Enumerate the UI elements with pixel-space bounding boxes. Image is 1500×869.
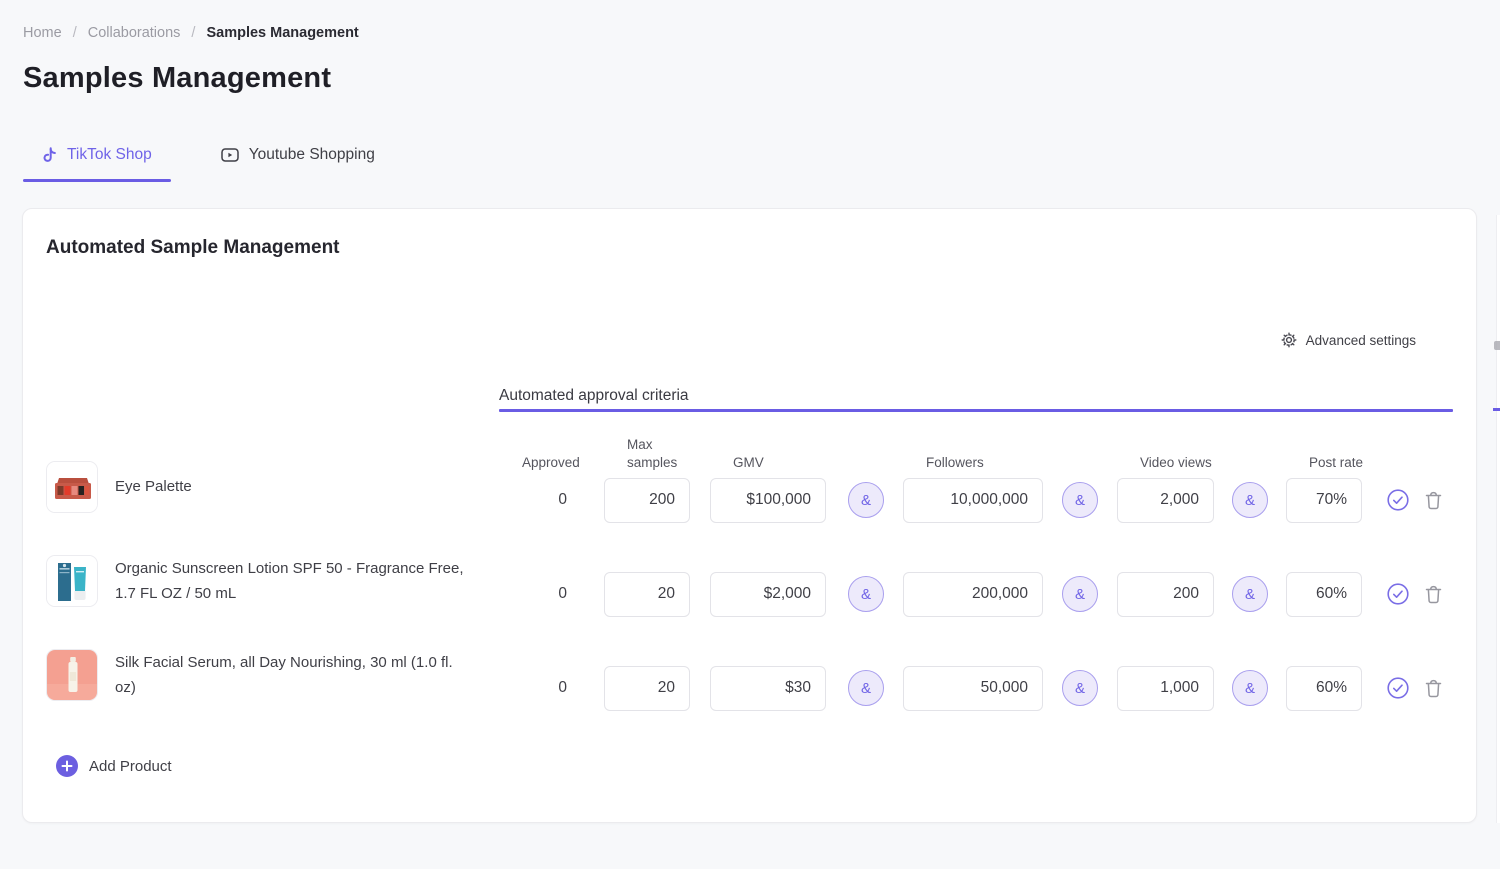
post-rate-input[interactable] (1286, 666, 1362, 711)
video-views-input[interactable] (1117, 572, 1214, 617)
and-operator-badge: & (1232, 576, 1268, 612)
criteria-section-title: Automated approval criteria (499, 387, 689, 405)
post-rate-input[interactable] (1286, 478, 1362, 523)
confirm-check-icon[interactable] (1387, 583, 1409, 605)
breadcrumb: Home / Collaborations / Samples Manageme… (23, 25, 359, 41)
plus-icon (56, 755, 78, 777)
tab-youtube-label: Youtube Shopping (249, 146, 375, 164)
delete-trash-icon[interactable] (1425, 679, 1442, 698)
automated-sample-management-panel: Automated Sample Management Advanced set… (22, 208, 1477, 823)
approved-count: 0 (499, 491, 569, 509)
criteria-underline (499, 409, 1453, 412)
adjacent-panel-gear-fragment (1494, 341, 1500, 350)
breadcrumb-separator: / (191, 25, 195, 41)
active-tab-underline (23, 179, 171, 182)
tab-youtube-shopping[interactable]: Youtube Shopping (211, 140, 385, 182)
delete-trash-icon[interactable] (1425, 585, 1442, 604)
youtube-icon (221, 148, 239, 162)
gear-icon (1281, 332, 1297, 348)
product-rows: Eye Palette 0 & & & (46, 453, 1442, 735)
and-operator-badge: & (848, 670, 884, 706)
followers-input[interactable] (903, 572, 1043, 617)
approved-count: 0 (499, 585, 569, 603)
advanced-settings-button[interactable]: Advanced settings (1281, 332, 1416, 348)
and-operator-badge: & (1062, 670, 1098, 706)
tab-tiktok-label: TikTok Shop (67, 146, 152, 164)
add-product-label: Add Product (89, 758, 172, 775)
gmv-input[interactable] (710, 478, 826, 523)
add-product-button[interactable]: Add Product (56, 755, 172, 777)
and-operator-badge: & (848, 482, 884, 518)
gmv-input[interactable] (710, 572, 826, 617)
breadcrumb-separator: / (73, 25, 77, 41)
breadcrumb-collaborations[interactable]: Collaborations (88, 25, 181, 41)
max-samples-input[interactable] (604, 666, 690, 711)
and-operator-badge: & (1232, 670, 1268, 706)
advanced-settings-label: Advanced settings (1306, 333, 1416, 348)
adjacent-panel-sliver (1496, 215, 1500, 823)
tab-tiktok-shop[interactable]: TikTok Shop (23, 140, 171, 182)
panel-title: Automated Sample Management (46, 237, 340, 259)
max-samples-input[interactable] (604, 572, 690, 617)
serum-product-image (46, 649, 98, 701)
confirm-check-icon[interactable] (1387, 677, 1409, 699)
product-cell: Silk Facial Serum, all Day Nourishing, 3… (46, 649, 499, 701)
table-row: Silk Facial Serum, all Day Nourishing, 3… (46, 641, 1442, 735)
max-samples-input[interactable] (604, 478, 690, 523)
page-title: Samples Management (23, 62, 331, 95)
eye-palette-product-image (46, 461, 98, 513)
followers-input[interactable] (903, 666, 1043, 711)
table-row: Eye Palette 0 & & & (46, 453, 1442, 547)
and-operator-badge: & (848, 576, 884, 612)
breadcrumb-home[interactable]: Home (23, 25, 62, 41)
table-row: Organic Sunscreen Lotion SPF 50 - Fragra… (46, 547, 1442, 641)
breadcrumb-current: Samples Management (206, 25, 358, 41)
product-name: Eye Palette (115, 474, 192, 500)
video-views-input[interactable] (1117, 666, 1214, 711)
and-operator-badge: & (1232, 482, 1268, 518)
product-name: Organic Sunscreen Lotion SPF 50 - Fragra… (115, 556, 467, 607)
sunscreen-product-image (46, 555, 98, 607)
and-operator-badge: & (1062, 482, 1098, 518)
tab-bar: TikTok Shop Youtube Shopping (23, 140, 385, 182)
adjacent-panel-underline-fragment (1493, 408, 1500, 411)
product-cell: Eye Palette (46, 461, 499, 513)
product-name: Silk Facial Serum, all Day Nourishing, 3… (115, 650, 467, 701)
post-rate-input[interactable] (1286, 572, 1362, 617)
delete-trash-icon[interactable] (1425, 491, 1442, 510)
and-operator-badge: & (1062, 576, 1098, 612)
tiktok-icon (42, 147, 57, 164)
gmv-input[interactable] (710, 666, 826, 711)
followers-input[interactable] (903, 478, 1043, 523)
product-cell: Organic Sunscreen Lotion SPF 50 - Fragra… (46, 555, 499, 607)
confirm-check-icon[interactable] (1387, 489, 1409, 511)
approved-count: 0 (499, 679, 569, 697)
video-views-input[interactable] (1117, 478, 1214, 523)
